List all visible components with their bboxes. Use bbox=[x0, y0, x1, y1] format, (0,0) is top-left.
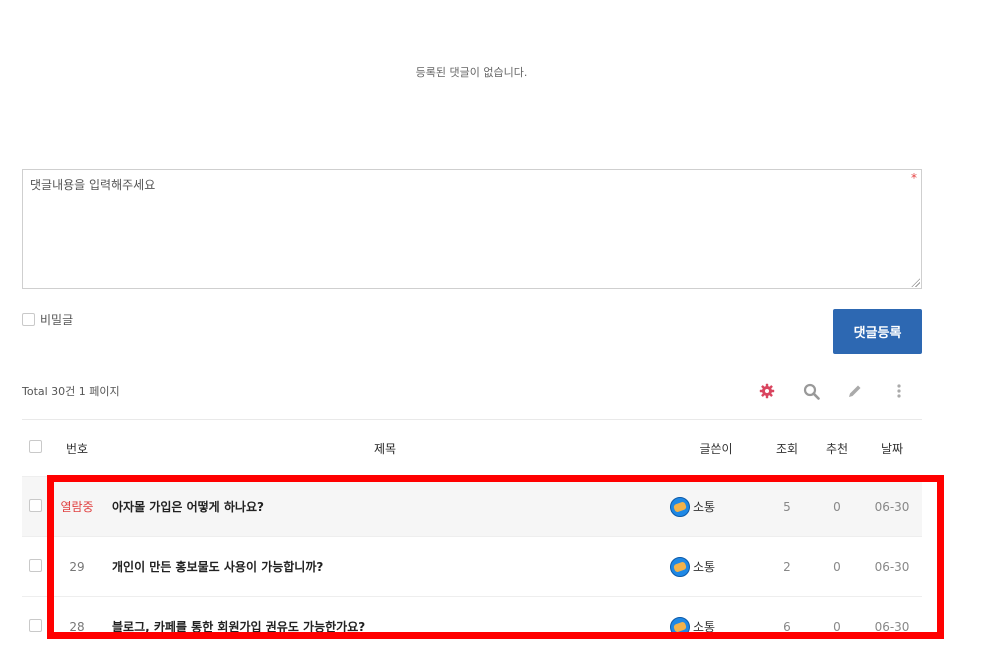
comment-box: * bbox=[22, 169, 922, 289]
row-date: 06-30 bbox=[874, 499, 910, 514]
board-toolbar bbox=[756, 380, 932, 402]
row-author[interactable]: 소통 bbox=[670, 616, 762, 637]
comment-input[interactable] bbox=[23, 170, 921, 288]
more-vertical-icon[interactable] bbox=[888, 380, 910, 402]
row-title[interactable]: 개인이 만든 홍보물도 사용이 가능합니까? bbox=[100, 558, 670, 575]
column-date: 날짜 bbox=[880, 441, 904, 456]
row-recommend: 0 bbox=[833, 619, 841, 634]
row-title[interactable]: 아자몰 가입은 어떻게 하나요? bbox=[100, 498, 670, 515]
column-recommend: 추천 bbox=[825, 441, 849, 456]
board-list: 번호 제목 글쓴이 조회 추천 날짜 열람중 아자몰 가입은 어떻게 하나요? … bbox=[22, 420, 922, 656]
column-title: 제목 bbox=[373, 441, 397, 456]
comment-submit-button[interactable]: 댓글등록 bbox=[833, 309, 922, 354]
row-views: 5 bbox=[783, 499, 791, 514]
row-checkbox[interactable] bbox=[29, 558, 42, 572]
row-date: 06-30 bbox=[874, 619, 910, 634]
row-checkbox[interactable] bbox=[29, 498, 42, 512]
row-recommend: 0 bbox=[833, 499, 841, 514]
gear-icon[interactable] bbox=[756, 380, 778, 402]
row-title[interactable]: 블로그, 카페를 통한 회원가입 권유도 가능한가요? bbox=[100, 618, 670, 635]
search-icon[interactable] bbox=[800, 380, 822, 402]
list-header: 번호 제목 글쓴이 조회 추천 날짜 bbox=[22, 420, 922, 476]
secret-label: 비밀글 bbox=[40, 313, 74, 327]
row-num: 29 bbox=[69, 559, 85, 574]
secret-checkbox[interactable] bbox=[22, 313, 35, 326]
table-row[interactable]: 28 블로그, 카페를 통한 회원가입 권유도 가능한가요? 소통 6 0 06… bbox=[22, 596, 922, 656]
avatar bbox=[670, 616, 690, 637]
row-views: 6 bbox=[783, 619, 791, 634]
row-checkbox[interactable] bbox=[29, 618, 42, 632]
table-row[interactable]: 열람중 아자몰 가입은 어떻게 하나요? 소통 5 0 06-30 bbox=[22, 476, 922, 536]
avatar bbox=[670, 496, 690, 517]
column-num: 번호 bbox=[65, 441, 89, 456]
author-name: 소통 bbox=[693, 620, 716, 634]
pencil-icon[interactable] bbox=[844, 380, 866, 402]
row-num: 열람중 bbox=[60, 500, 94, 514]
column-views: 조회 bbox=[775, 441, 799, 456]
author-name: 소통 bbox=[693, 560, 716, 574]
secret-option[interactable]: 비밀글 bbox=[22, 311, 73, 328]
row-author[interactable]: 소통 bbox=[670, 496, 762, 517]
empty-comments-message: 등록된 댓글이 없습니다. bbox=[415, 66, 528, 79]
table-row[interactable]: 29 개인이 만든 홍보물도 사용이 가능합니까? 소통 2 0 06-30 bbox=[22, 536, 922, 596]
required-mark: * bbox=[911, 171, 917, 185]
avatar bbox=[670, 556, 690, 577]
author-name: 소통 bbox=[693, 500, 716, 514]
row-date: 06-30 bbox=[874, 559, 910, 574]
select-all-checkbox[interactable] bbox=[29, 440, 42, 453]
row-recommend: 0 bbox=[833, 559, 841, 574]
total-count: Total 30건 1 페이지 bbox=[22, 385, 120, 398]
row-author[interactable]: 소통 bbox=[670, 556, 762, 577]
row-num: 28 bbox=[69, 619, 85, 634]
column-author: 글쓴이 bbox=[699, 441, 733, 456]
row-views: 2 bbox=[783, 559, 791, 574]
resize-grip-icon[interactable] bbox=[911, 278, 920, 287]
